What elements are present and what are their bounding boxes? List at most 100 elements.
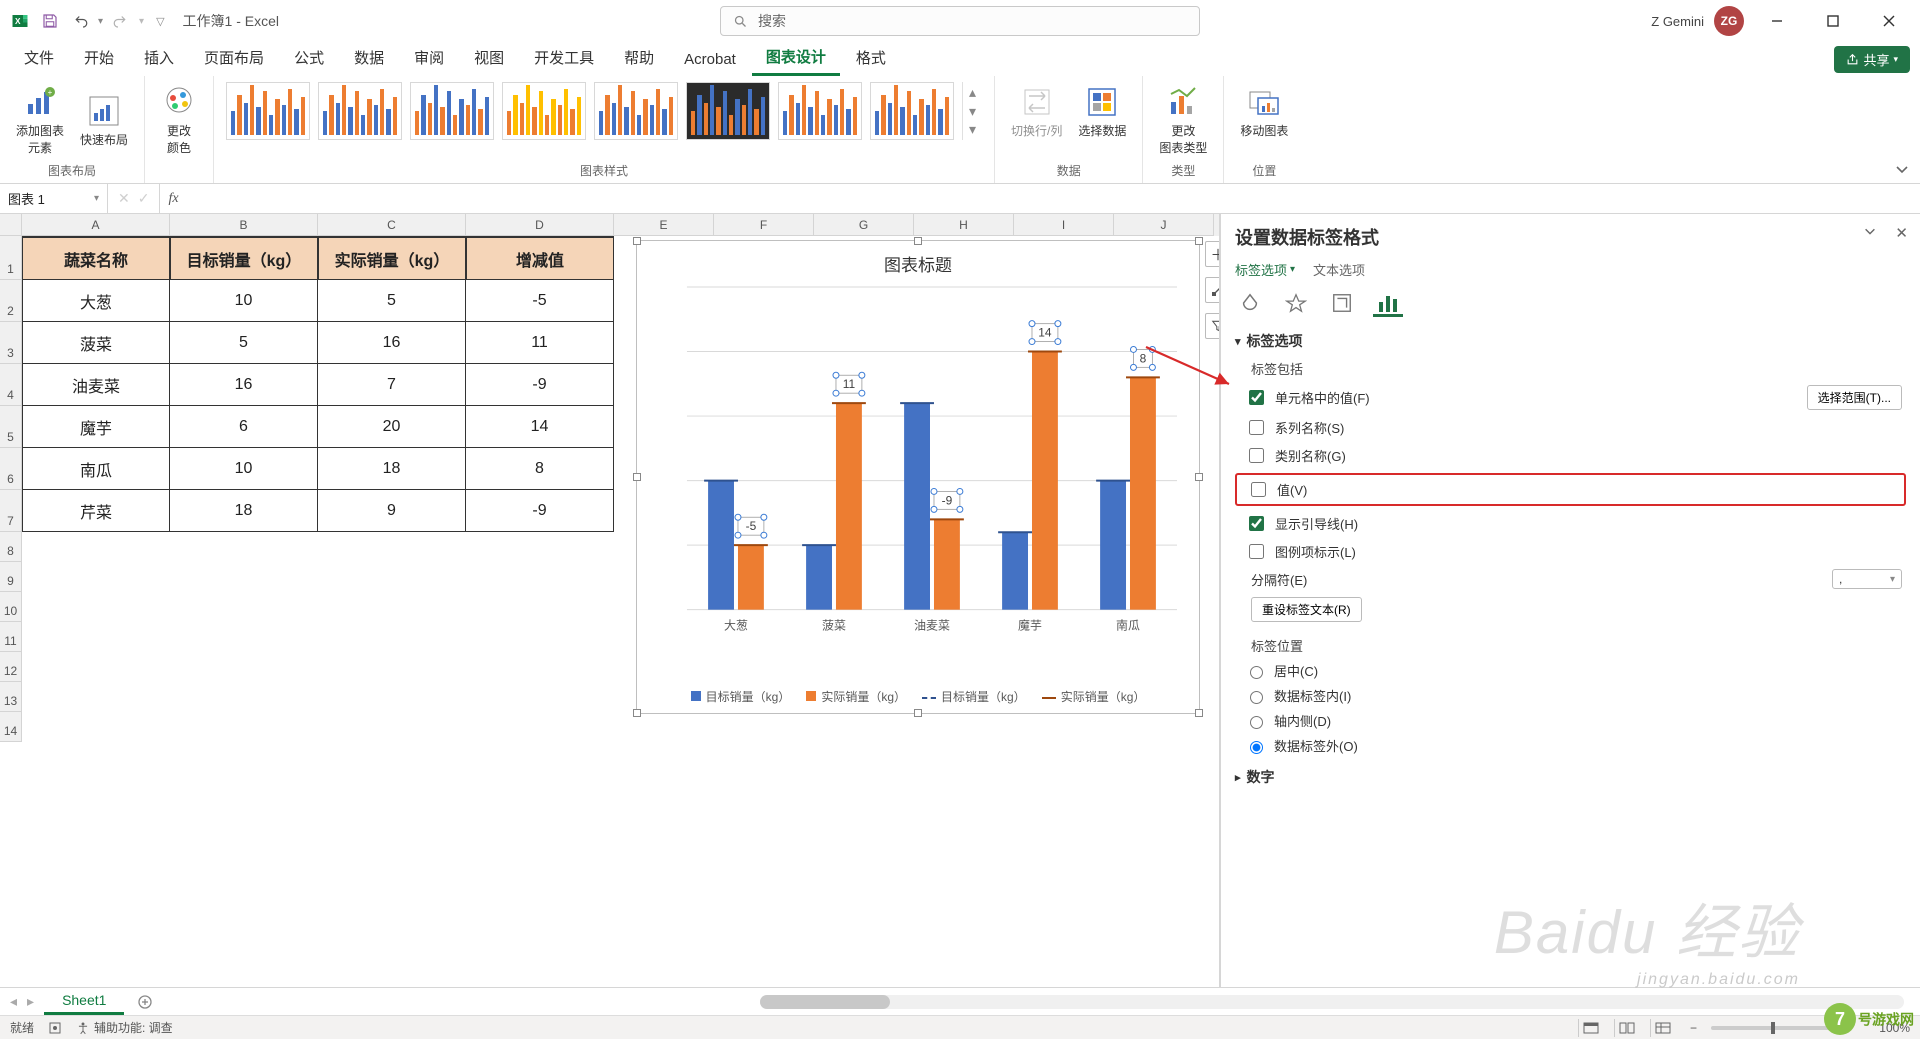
chart-plot-area[interactable]: 0510152025-5大葱11菠菜-9油麦菜14魔芋8南瓜 — [681, 281, 1183, 638]
tab-view[interactable]: 视图 — [460, 41, 518, 76]
table-cell[interactable]: 10 — [170, 280, 318, 322]
row-header[interactable]: 9 — [0, 562, 22, 592]
empty-cell[interactable] — [318, 562, 466, 592]
table-cell[interactable]: 菠菜 — [22, 322, 170, 364]
table-cell[interactable]: 魔芋 — [22, 406, 170, 448]
empty-cell[interactable] — [466, 532, 614, 562]
qat-customize-icon[interactable]: ▽ — [156, 15, 164, 28]
empty-cell[interactable] — [1014, 712, 1114, 742]
embedded-chart[interactable]: ＋ 图表标题 0510152025-5大葱11菠菜-9油麦菜14魔芋8南瓜 目标… — [636, 240, 1200, 714]
radio-center[interactable] — [1250, 666, 1263, 679]
data-label[interactable]: 14 — [1029, 321, 1061, 345]
select-range-button[interactable]: 选择范围(T)... — [1807, 385, 1902, 410]
table-cell[interactable]: -9 — [466, 364, 614, 406]
change-chart-type-button[interactable]: 更改 图表类型 — [1155, 82, 1211, 158]
empty-cell[interactable] — [170, 592, 318, 622]
empty-cell[interactable] — [466, 712, 614, 742]
add-sheet-button[interactable] — [134, 991, 156, 1013]
empty-cell[interactable] — [318, 592, 466, 622]
label-options-icon[interactable] — [1373, 291, 1403, 317]
tab-home[interactable]: 开始 — [70, 41, 128, 76]
table-cell[interactable]: 6 — [170, 406, 318, 448]
section-number[interactable]: ▸ 数字 — [1235, 767, 1906, 787]
chart-style-thumb[interactable] — [594, 82, 678, 140]
empty-cell[interactable] — [22, 592, 170, 622]
name-box[interactable]: 图表 1 ▾ — [0, 184, 108, 213]
chart-style-thumb[interactable] — [686, 82, 770, 140]
chart-filter-button[interactable] — [1205, 313, 1220, 339]
radio-inside-base-row[interactable]: 轴内侧(D) — [1245, 711, 1906, 730]
chart-styles-gallery[interactable]: ▴▾▾ — [226, 82, 982, 140]
table-cell[interactable]: 11 — [466, 322, 614, 364]
col-header[interactable]: B — [170, 214, 318, 236]
empty-cell[interactable] — [22, 712, 170, 742]
radio-outside-end[interactable] — [1250, 741, 1263, 754]
data-label[interactable]: 11 — [833, 372, 865, 396]
chk-leader-lines-row[interactable]: 显示引导线(H) — [1245, 513, 1906, 534]
panel-options-icon[interactable] — [1863, 224, 1877, 242]
effects-icon[interactable] — [1281, 291, 1311, 317]
row-header[interactable]: 2 — [0, 280, 22, 322]
col-header[interactable]: G — [814, 214, 914, 236]
table-header-cell[interactable]: 蔬菜名称 — [22, 237, 170, 280]
tab-text-options[interactable]: 文本选项 — [1313, 260, 1365, 279]
table-cell[interactable]: -5 — [466, 280, 614, 322]
table-header-cell[interactable]: 目标销量（kg） — [170, 237, 318, 280]
zoom-out-icon[interactable]: − — [1686, 1021, 1701, 1035]
row-header[interactable]: 13 — [0, 682, 22, 712]
undo-icon[interactable] — [68, 9, 92, 33]
chart-style-thumb[interactable] — [778, 82, 862, 140]
chk-value-row[interactable]: 值(V) — [1247, 479, 1904, 500]
chk-cell-value[interactable] — [1249, 390, 1264, 405]
separator-select[interactable]: , ▾ — [1832, 569, 1902, 589]
chk-cell-value-row[interactable]: 单元格中的值(F) 选择范围(T)... — [1245, 385, 1906, 410]
empty-cell[interactable] — [466, 652, 614, 682]
empty-cell[interactable] — [318, 712, 466, 742]
empty-cell[interactable] — [466, 592, 614, 622]
add-chart-element-button[interactable]: + 添加图表 元素 — [12, 82, 68, 158]
sheet-nav-next-icon[interactable]: ▸ — [27, 993, 34, 1010]
empty-cell[interactable] — [170, 682, 318, 712]
chart-style-thumb[interactable] — [870, 82, 954, 140]
empty-cell[interactable] — [466, 682, 614, 712]
switch-row-col-button[interactable]: 切换行/列 — [1007, 82, 1066, 141]
data-label[interactable]: 8 — [1130, 346, 1155, 370]
col-header[interactable]: I — [1014, 214, 1114, 236]
empty-cell[interactable] — [22, 562, 170, 592]
tab-data[interactable]: 数据 — [340, 41, 398, 76]
user-name[interactable]: Z Gemini — [1651, 14, 1704, 29]
tab-developer[interactable]: 开发工具 — [520, 41, 608, 76]
empty-cell[interactable] — [466, 562, 614, 592]
share-button[interactable]: 共享 ▾ — [1834, 46, 1910, 73]
empty-cell[interactable] — [318, 682, 466, 712]
legend-item[interactable]: 实际销量（kg） — [1042, 688, 1146, 705]
table-cell[interactable]: 5 — [170, 322, 318, 364]
table-cell[interactable]: 芹菜 — [22, 490, 170, 532]
fill-line-icon[interactable] — [1235, 291, 1265, 317]
row-header[interactable]: 10 — [0, 592, 22, 622]
empty-cell[interactable] — [170, 712, 318, 742]
table-cell[interactable]: 16 — [170, 364, 318, 406]
zoom-slider[interactable] — [1711, 1026, 1831, 1030]
view-pagelayout-icon[interactable] — [1614, 1019, 1640, 1037]
empty-cell[interactable] — [170, 622, 318, 652]
chart-style-thumb[interactable] — [410, 82, 494, 140]
empty-cell[interactable] — [170, 562, 318, 592]
empty-cell[interactable] — [22, 532, 170, 562]
fx-icon[interactable]: fx — [160, 191, 186, 207]
formula-cancel-icon[interactable]: ✕ — [118, 190, 130, 207]
empty-cell[interactable] — [22, 622, 170, 652]
empty-cell[interactable] — [170, 652, 318, 682]
table-header-cell[interactable]: 实际销量（kg） — [318, 237, 466, 280]
row-header[interactable]: 7 — [0, 490, 22, 532]
row-header[interactable]: 8 — [0, 532, 22, 562]
chk-series-name[interactable] — [1249, 420, 1264, 435]
section-label-options[interactable]: ▾ 标签选项 — [1235, 331, 1906, 351]
accessibility-status[interactable]: 辅助功能: 调查 — [76, 1019, 173, 1036]
ribbon-collapse-icon[interactable] — [1894, 161, 1910, 177]
chk-legend-key-row[interactable]: 图例项标示(L) — [1245, 541, 1906, 562]
table-cell[interactable]: 5 — [318, 280, 466, 322]
redo-icon[interactable] — [109, 9, 133, 33]
table-header-cell[interactable]: 增减值 — [466, 237, 614, 280]
col-header[interactable]: F — [714, 214, 814, 236]
